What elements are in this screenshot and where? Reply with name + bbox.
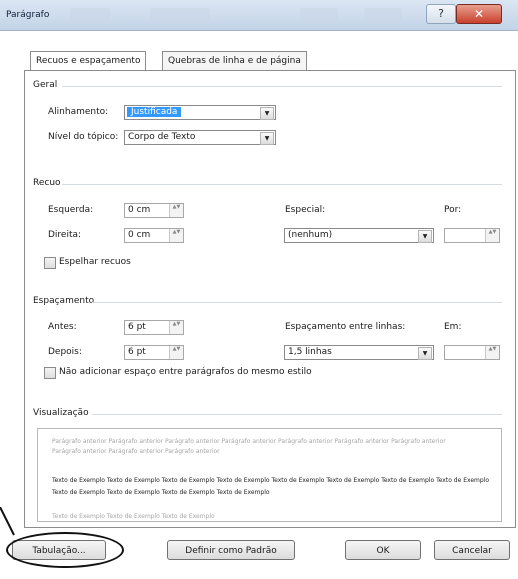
chevron-down-icon[interactable]: ▼: [418, 230, 432, 243]
esquerda-spinner[interactable]: 0 cm ▲▼: [124, 203, 184, 218]
preview-previous-paragraph: Parágrafo anterior Parágrafo anterior Pa…: [52, 438, 446, 455]
em-spinner[interactable]: ▲▼: [444, 345, 500, 360]
esquerda-label: Esquerda:: [48, 205, 94, 215]
title-bar: Parágrafo ? ✕: [0, 0, 518, 31]
spinner-arrows-icon[interactable]: ▲▼: [485, 229, 499, 242]
nivel-topico-select[interactable]: Corpo de Texto ▼: [124, 130, 276, 145]
especial-select[interactable]: (nenhum) ▼: [284, 228, 434, 243]
spinner-arrows-icon[interactable]: ▲▼: [169, 229, 183, 242]
annotation-circle: [6, 532, 124, 568]
alinhamento-value: Justificada: [127, 107, 182, 117]
nivel-topico-value: Corpo de Texto: [128, 132, 196, 142]
group-geral-heading: Geral: [33, 80, 58, 90]
antes-label: Antes:: [48, 322, 77, 332]
depois-value: 6 pt: [128, 347, 146, 357]
chevron-down-icon[interactable]: ▼: [260, 107, 274, 120]
entre-linhas-value: 1,5 linhas: [288, 347, 332, 357]
group-recuo-heading: Recuo: [33, 178, 61, 188]
antes-spinner[interactable]: 6 pt ▲▼: [124, 320, 184, 335]
background-ribbon-ghost: [364, 8, 402, 22]
por-spinner[interactable]: ▲▼: [444, 228, 500, 243]
group-divider: [92, 302, 502, 303]
background-ribbon-ghost: [70, 8, 110, 22]
chevron-down-icon[interactable]: ▼: [260, 132, 274, 145]
spinner-arrows-icon[interactable]: ▲▼: [169, 204, 183, 217]
tab-label: Quebras de linha e de página: [168, 56, 301, 66]
por-label: Por:: [444, 205, 462, 215]
group-espacamento-heading: Espaçamento: [33, 296, 95, 306]
alinhamento-label: Alinhamento:: [48, 107, 109, 117]
preview-next-paragraph: Texto de Exemplo Texto de Exemplo Texto …: [52, 513, 215, 520]
tab-label: Recuos e espaçamento: [36, 56, 141, 66]
em-label: Em:: [444, 322, 462, 332]
especial-value: (nenhum): [288, 230, 333, 240]
especial-label: Especial:: [285, 205, 326, 215]
group-divider: [92, 414, 502, 415]
spinner-arrows-icon[interactable]: ▲▼: [169, 346, 183, 359]
ok-button[interactable]: OK: [345, 540, 421, 560]
background-ribbon-ghost: [300, 8, 338, 22]
espelhar-recuos-label: Espelhar recuos: [59, 257, 131, 267]
entre-linhas-select[interactable]: 1,5 linhas ▼: [284, 345, 434, 360]
direita-spinner[interactable]: 0 cm ▲▼: [124, 228, 184, 243]
chevron-down-icon[interactable]: ▼: [418, 347, 432, 360]
background-ribbon-ghost: [150, 8, 210, 22]
direita-value: 0 cm: [128, 230, 151, 240]
depois-spinner[interactable]: 6 pt ▲▼: [124, 345, 184, 360]
group-divider: [62, 86, 502, 87]
tab-recuos-espacamento[interactable]: Recuos e espaçamento: [30, 51, 147, 71]
alinhamento-select[interactable]: Justificada ▼: [124, 105, 276, 120]
annotation-line-icon: [0, 507, 15, 536]
help-button[interactable]: ?: [426, 4, 456, 24]
esquerda-value: 0 cm: [128, 205, 151, 215]
spinner-arrows-icon[interactable]: ▲▼: [485, 346, 499, 359]
nivel-topico-label: Nível do tópico:: [48, 132, 119, 142]
group-divider: [62, 184, 502, 185]
cancelar-button[interactable]: Cancelar: [434, 540, 510, 560]
preview-sample-paragraph: Texto de Exemplo Texto de Exemplo Texto …: [52, 477, 490, 496]
help-icon: ?: [438, 7, 444, 20]
spinner-arrows-icon[interactable]: ▲▼: [169, 321, 183, 334]
espelhar-recuos-checkbox[interactable]: [44, 257, 56, 269]
nao-adicionar-espaco-checkbox[interactable]: [44, 367, 56, 379]
direita-label: Direita:: [48, 230, 82, 240]
window-title: Parágrafo: [6, 10, 50, 20]
close-button[interactable]: ✕: [456, 4, 502, 24]
depois-label: Depois:: [48, 347, 82, 357]
tab-quebras-linha-pagina[interactable]: Quebras de linha e de página: [162, 51, 307, 70]
nao-adicionar-espaco-label: Não adicionar espaço entre parágrafos do…: [59, 367, 312, 377]
group-visualizacao-heading: Visualização: [33, 408, 89, 418]
antes-value: 6 pt: [128, 322, 146, 332]
close-icon: ✕: [473, 7, 485, 21]
entre-linhas-label: Espaçamento entre linhas:: [285, 322, 406, 332]
definir-padrao-button[interactable]: Definir como Padrão: [167, 540, 295, 560]
paragraph-preview: Parágrafo anterior Parágrafo anterior Pa…: [37, 428, 502, 522]
